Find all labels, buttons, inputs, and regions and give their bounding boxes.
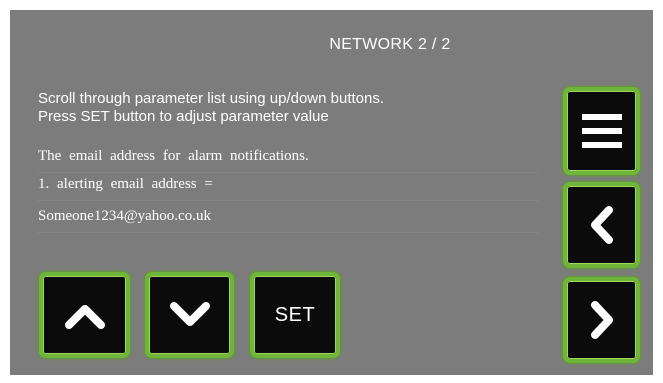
- back-button[interactable]: [563, 182, 640, 268]
- instructions: Scroll through parameter list using up/d…: [38, 90, 384, 126]
- parameter-value[interactable]: Someone1234@yahoo.co.uk: [38, 208, 211, 225]
- chevron-left-icon: [590, 206, 613, 244]
- page-title: NETWORK 2 / 2: [329, 36, 451, 53]
- menu-button[interactable]: [563, 87, 640, 175]
- scroll-up-button[interactable]: [39, 272, 130, 358]
- chevron-down-icon: [169, 302, 210, 326]
- menu-icon: [581, 114, 622, 148]
- forward-button[interactable]: [563, 277, 640, 363]
- row-divider: [38, 232, 538, 233]
- set-button[interactable]: SET: [250, 272, 340, 358]
- chevron-up-icon: [64, 305, 105, 329]
- chevron-right-icon: [590, 301, 613, 339]
- instruction-line-2: Press SET button to adjust parameter val…: [38, 108, 329, 125]
- row-divider: [38, 200, 538, 201]
- row-divider: [38, 172, 538, 173]
- parameter-description: The email address for alarm notification…: [38, 148, 309, 164]
- scroll-down-button[interactable]: [145, 272, 234, 358]
- set-button-label: SET: [274, 303, 316, 326]
- network-settings-screen: NETWORK 2 / 2 Scroll through parameter l…: [10, 10, 653, 375]
- parameter-label: 1. alerting email address =: [38, 176, 213, 192]
- instruction-line-1: Scroll through parameter list using up/d…: [38, 90, 385, 107]
